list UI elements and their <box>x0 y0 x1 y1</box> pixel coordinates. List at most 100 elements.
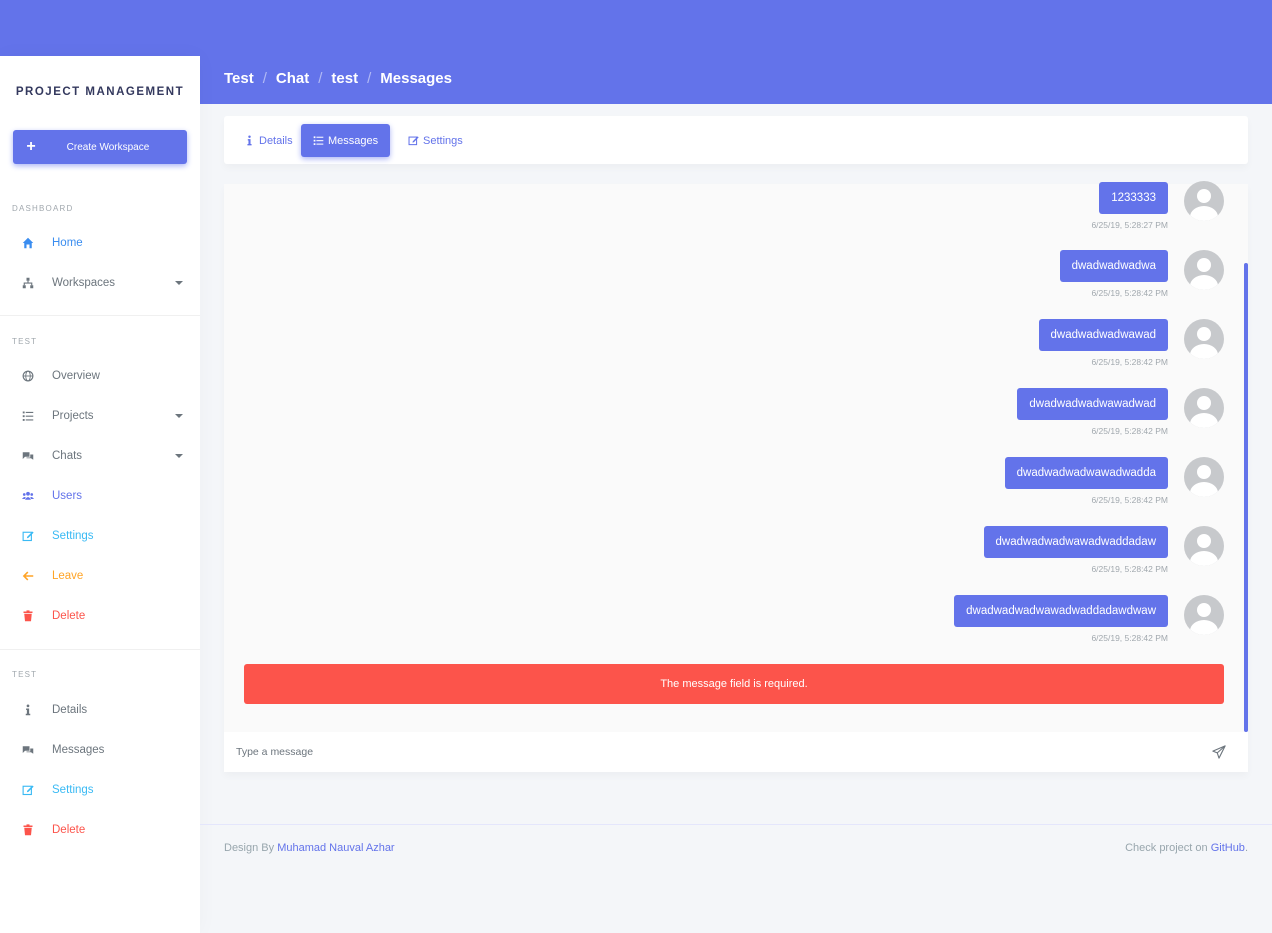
sidebar-divider <box>0 315 200 316</box>
footer-project: Check project on GitHub. <box>1125 842 1248 854</box>
arrow-left-icon <box>0 570 56 582</box>
message-time: 6/25/19, 5:28:27 PM <box>1091 220 1168 230</box>
comments-icon <box>0 744 56 756</box>
edit-icon <box>0 530 56 542</box>
sidebar-item-messages[interactable]: Messages <box>0 730 200 770</box>
list-icon <box>313 136 324 145</box>
edit-icon <box>408 136 419 146</box>
avatar <box>1184 250 1224 290</box>
sidebar-item-projects[interactable]: Projects <box>0 396 200 436</box>
sidebar-item-delete[interactable]: Delete <box>0 596 200 636</box>
info-icon <box>0 704 56 716</box>
tab-label: Details <box>259 134 293 147</box>
sidebar-item-label: Settings <box>52 784 94 796</box>
footer-project-suffix: . <box>1244 842 1248 854</box>
footer-credit: Design By Muhamad Nauval Azhar <box>224 842 395 854</box>
comments-icon <box>0 450 56 462</box>
avatar <box>1184 181 1224 221</box>
message-bubble: 1233333 <box>1099 182 1168 214</box>
sidebar-item-label: Leave <box>52 570 84 582</box>
chat-message: dwadwadwadwawad 6/25/19, 5:28:42 PM <box>1038 319 1168 367</box>
sidebar-item-users[interactable]: Users <box>0 476 200 516</box>
list-icon <box>0 410 56 422</box>
menu-header-workspace: TEST <box>12 337 38 346</box>
tab-details[interactable]: Details <box>232 124 305 157</box>
info-icon <box>247 135 252 146</box>
home-icon <box>0 237 56 249</box>
message-time: 6/25/19, 5:28:42 PM <box>1091 495 1168 505</box>
breadcrumb-separator: / <box>318 70 323 87</box>
sidebar-item-workspaces[interactable]: Workspaces <box>0 263 200 303</box>
tab-label: Messages <box>328 134 379 147</box>
message-time: 6/25/19, 5:28:42 PM <box>1091 288 1168 298</box>
error-alert: The message field is required. <box>244 664 1224 704</box>
sidebar-item-chats[interactable]: Chats <box>0 436 200 476</box>
tab-messages[interactable]: Messages <box>301 124 391 157</box>
sidebar-item-chat-settings[interactable]: Settings <box>0 770 200 810</box>
github-link[interactable]: GitHub <box>1211 842 1245 854</box>
tab-label: Settings <box>423 134 463 147</box>
avatar <box>1184 319 1224 359</box>
sidebar-brand[interactable]: PROJECT MANAGEMENT <box>0 56 200 128</box>
sidebar-item-settings[interactable]: Settings <box>0 516 200 556</box>
message-bubble: dwadwadwadwawadwad <box>1017 388 1168 420</box>
sidebar-item-chat-delete[interactable]: Delete <box>0 810 200 850</box>
avatar <box>1184 388 1224 428</box>
sidebar-item-label: Users <box>52 490 83 502</box>
tabs-card: Details Messages Settings <box>224 116 1248 164</box>
sidebar-item-label: Settings <box>52 530 94 542</box>
sidebar-item-leave[interactable]: Leave <box>0 556 200 596</box>
message-bubble: dwadwadwadwawadwaddadawdwaw <box>954 595 1168 627</box>
globe-icon <box>0 370 56 382</box>
sidebar-item-label: Messages <box>52 744 105 756</box>
avatar <box>1184 595 1224 635</box>
users-icon <box>0 490 56 502</box>
breadcrumb-separator: / <box>262 70 267 87</box>
sitemap-icon <box>0 277 56 289</box>
footer-project-prefix: Check project on <box>1125 842 1211 854</box>
tab-settings[interactable]: Settings <box>396 124 475 157</box>
message-input[interactable] <box>236 746 1136 758</box>
message-bubble: dwadwadwadwawad <box>1038 319 1168 351</box>
chat-message: dwadwadwadwawadwadda 6/25/19, 5:28:42 PM <box>1004 457 1168 505</box>
chat-message: dwadwadwadwawadwad 6/25/19, 5:28:42 PM <box>1017 388 1168 436</box>
create-workspace-button[interactable]: + Create Workspace <box>13 130 187 164</box>
sidebar-item-label: Home <box>52 237 83 249</box>
message-time: 6/25/19, 5:28:42 PM <box>1091 633 1168 643</box>
sidebar-item-overview[interactable]: Overview <box>0 356 200 396</box>
message-bubble: dwadwadwadwa <box>1059 250 1168 282</box>
author-link[interactable]: Muhamad Nauval Azhar <box>277 842 394 854</box>
message-bubble: dwadwadwadwawadwaddadaw <box>983 526 1168 558</box>
message-time: 6/25/19, 5:28:42 PM <box>1091 357 1168 367</box>
message-bubble: dwadwadwadwawadwadda <box>1004 457 1168 489</box>
breadcrumb-item-chat[interactable]: Chat <box>276 70 309 87</box>
footer-credit-prefix: Design By <box>224 842 278 854</box>
message-time: 6/25/19, 5:28:42 PM <box>1091 426 1168 436</box>
sidebar-item-label: Delete <box>52 824 86 836</box>
trash-icon <box>0 610 56 622</box>
edit-icon <box>0 784 56 796</box>
paper-plane-icon[interactable] <box>1212 745 1226 759</box>
message-composer <box>224 732 1248 772</box>
chevron-down-icon <box>175 454 183 458</box>
breadcrumb-item-current: Messages <box>380 70 452 87</box>
sidebar-item-details[interactable]: Details <box>0 690 200 730</box>
breadcrumb-item-workspace[interactable]: Test <box>224 70 254 87</box>
avatar <box>1184 526 1224 566</box>
chat-scrollbar[interactable] <box>1244 263 1248 732</box>
breadcrumb: Test / Chat / test / Messages <box>224 70 452 87</box>
menu-header-chat: TEST <box>12 670 38 679</box>
chevron-down-icon <box>175 281 183 285</box>
sidebar-item-home[interactable]: Home <box>0 223 200 263</box>
menu-header-dashboard: DASHBOARD <box>12 204 74 213</box>
sidebar-item-label: Delete <box>52 610 86 622</box>
breadcrumb-separator: / <box>367 70 372 87</box>
sidebar-item-label: Details <box>52 704 88 716</box>
chat-message: dwadwadwadwawadwaddadaw 6/25/19, 5:28:42… <box>983 526 1168 574</box>
chevron-down-icon <box>175 414 183 418</box>
chat-message: dwadwadwadwa 6/25/19, 5:28:42 PM <box>1059 250 1168 298</box>
breadcrumb-item-chat-name[interactable]: test <box>331 70 358 87</box>
create-workspace-label: Create Workspace <box>66 141 150 153</box>
trash-icon <box>0 824 56 836</box>
chat-message: 1233333 6/25/19, 5:28:27 PM <box>1091 182 1168 230</box>
